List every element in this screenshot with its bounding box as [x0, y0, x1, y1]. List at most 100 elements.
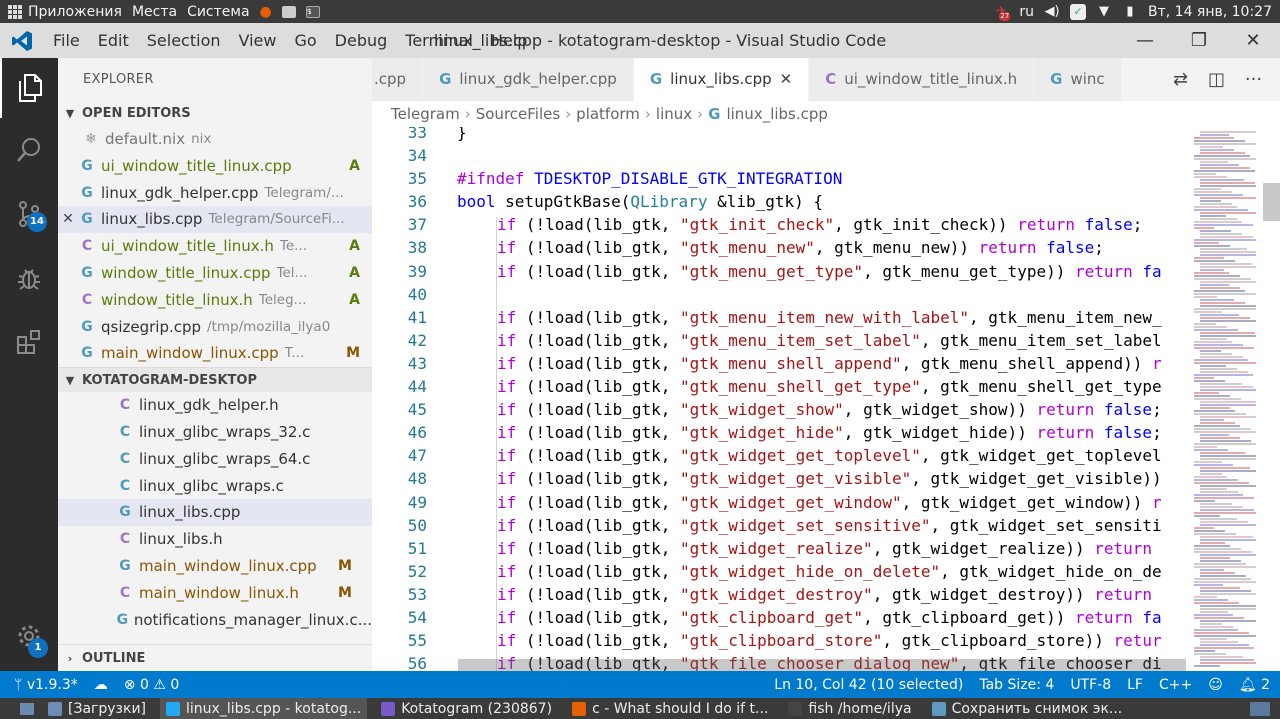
- maximize-button[interactable]: ❐: [1172, 23, 1226, 58]
- outline-header[interactable]: › OUTLINE: [58, 644, 372, 671]
- code-editor[interactable]: 33} 34 35 #ifndef TDESKTOP_DISABLE_GTK_INTE…: [372, 127, 1186, 671]
- tab-size[interactable]: Tab Size: 4: [971, 677, 1062, 693]
- close-tab-icon[interactable]: ✕: [780, 58, 793, 101]
- breadcrumb-item[interactable]: SourceFiles: [476, 105, 560, 123]
- wifi-icon[interactable]: ▼: [1096, 4, 1112, 20]
- source-control-icon[interactable]: 14: [0, 184, 58, 244]
- volume-icon[interactable]: ◀): [1044, 4, 1060, 20]
- workspace-switcher[interactable]: [1250, 701, 1270, 716]
- taskbar-label: c - What should I do if t...: [592, 700, 769, 717]
- breadcrumb-item[interactable]: linux_libs.cpp: [726, 105, 827, 123]
- terminal-launcher-icon[interactable]: $: [305, 5, 320, 18]
- compare-changes-icon[interactable]: ⇄: [1173, 69, 1188, 90]
- problems-indicator[interactable]: ⊗ 0 ⚠ 0: [116, 677, 187, 693]
- menu-debug[interactable]: Debug: [326, 23, 397, 58]
- keyboard-layout[interactable]: ru: [1019, 4, 1034, 20]
- language-mode[interactable]: C++: [1151, 677, 1200, 693]
- file-name: window_title_linux.h: [101, 290, 253, 309]
- editor-tab[interactable]: Glinux_gdk_helper.cpp: [423, 58, 634, 101]
- open-editors-header[interactable]: ▼ OPEN EDITORS: [58, 101, 372, 126]
- split-editor-icon[interactable]: ◫: [1208, 69, 1225, 90]
- line-ending[interactable]: LF: [1119, 677, 1151, 693]
- sync-icon[interactable]: ☁: [86, 677, 116, 693]
- explorer-icon[interactable]: [0, 58, 58, 118]
- file-tree-item[interactable]: Gnotifications_manager_linux.c...: [58, 607, 372, 634]
- open-editor-item[interactable]: Cui_window_title_linux.h Te... A: [58, 233, 372, 260]
- open-editor-item[interactable]: Cwindow_title_linux.h Teleg... A: [58, 287, 372, 314]
- settings-gear-icon[interactable]: 1: [0, 606, 58, 666]
- menu-go[interactable]: Go: [285, 23, 325, 58]
- breadcrumb-item[interactable]: Telegram: [391, 105, 460, 123]
- code-line: 47 if (!load(lib_gtk, "gtk_widget_get_top…: [372, 444, 1162, 467]
- file-tree-item[interactable]: Gmain_window_linux.cpp M: [58, 553, 372, 580]
- menu-view[interactable]: View: [230, 23, 286, 58]
- editor-tab[interactable]: Glinux_libs.cpp ✕: [633, 58, 810, 101]
- applications-menu[interactable]: Приложения: [28, 4, 122, 20]
- editor-tab[interactable]: Cui_window_title_linux.h: [809, 58, 1035, 101]
- open-editor-item[interactable]: Gui_window_title_linux.cpp A: [58, 153, 372, 180]
- clock[interactable]: Вт, 14 янв, 10:27: [1148, 4, 1272, 20]
- search-icon[interactable]: [0, 120, 58, 180]
- menu-file[interactable]: File: [44, 23, 89, 58]
- system-menu[interactable]: Система: [187, 4, 249, 20]
- taskbar-item[interactable]: fish /home/ilya: [782, 698, 917, 719]
- open-editor-item[interactable]: ✕ Glinux_libs.cpp Telegram/SourceFi...: [58, 206, 372, 234]
- menu-edit[interactable]: Edit: [89, 23, 138, 58]
- taskbar-item[interactable]: c - What should I do if t...: [566, 698, 774, 719]
- minimap-line: [1200, 320, 1256, 322]
- minimize-button[interactable]: —: [1118, 23, 1172, 58]
- open-editor-item[interactable]: Gmain_window_linux.cpp T... M: [58, 340, 372, 367]
- close-window-button[interactable]: ✕: [1226, 23, 1280, 58]
- file-tree-item[interactable]: Glinux_libs.cpp: [58, 499, 372, 527]
- branch-indicator[interactable]: ᛘ v1.9.3*: [0, 677, 86, 693]
- places-menu[interactable]: Места: [132, 4, 177, 20]
- close-icon[interactable]: ✕: [58, 206, 78, 233]
- file-tree-item[interactable]: Cmain_window_linux.h M: [58, 580, 372, 607]
- extensions-icon[interactable]: [0, 312, 58, 372]
- minimap-line: [1194, 227, 1214, 229]
- breadcrumb-item[interactable]: platform: [576, 105, 640, 123]
- feedback-smiley-icon[interactable]: ☺: [1200, 677, 1231, 693]
- horizontal-scrollbar[interactable]: [458, 659, 1186, 671]
- updates-icon[interactable]: ✓: [1070, 3, 1086, 20]
- minimap-line: [1200, 131, 1256, 133]
- file-tree-item[interactable]: Clinux_gdk_helper.h: [58, 392, 372, 419]
- encoding[interactable]: UTF-8: [1062, 677, 1119, 693]
- menu-selection[interactable]: Selection: [138, 23, 230, 58]
- editor-tab[interactable]: Gwinc: [1034, 58, 1122, 101]
- more-actions-icon[interactable]: ···: [1245, 69, 1262, 90]
- open-editor-item[interactable]: Gqsizegrip.cpp/tmp/mozilla_ilya0: [58, 314, 372, 341]
- taskbar-item[interactable]: Kotatogram (230867): [375, 698, 558, 719]
- minimap-line: [1200, 182, 1255, 184]
- file-tree-item[interactable]: Clinux_glibc_wraps_64.c: [58, 446, 372, 473]
- code-line: 38 if (!load(lib_gtk, "gtk_menu_new", gtk…: [372, 236, 1162, 259]
- taskbar-item[interactable]: [Загрузки]: [42, 698, 152, 719]
- show-desktop-icon[interactable]: [20, 702, 34, 715]
- menu-terminal[interactable]: Terminal: [396, 23, 482, 58]
- line-number: 41: [407, 307, 427, 327]
- project-header[interactable]: ▼ KOTATOGRAM-DESKTOP: [58, 367, 372, 393]
- firefox-launcher-icon[interactable]: ●: [260, 4, 272, 20]
- menu-help[interactable]: Help: [482, 23, 536, 58]
- cursor-position[interactable]: Ln 10, Col 42 (10 selected): [766, 677, 971, 693]
- editor-tab[interactable]: .cpp: [372, 58, 424, 101]
- file-tree-item[interactable]: Clinux_libs.h: [58, 526, 372, 553]
- breadcrumb-item[interactable]: linux: [656, 105, 692, 123]
- file-manager-launcher-icon[interactable]: [281, 5, 296, 18]
- apps-grid-icon[interactable]: [8, 4, 22, 19]
- taskbar-item[interactable]: Сохранить снимок эк...: [926, 698, 1129, 719]
- notifications[interactable]: 🔔︎ 2: [1231, 677, 1280, 693]
- line-number: 38: [407, 238, 427, 258]
- file-tree-item[interactable]: Clinux_glibc_wraps.c: [58, 473, 372, 500]
- c-file-icon: C: [119, 423, 131, 440]
- open-editor-item[interactable]: ❄ default.nix nix: [82, 126, 372, 153]
- vertical-scrollbar-thumb[interactable]: [1263, 183, 1280, 221]
- open-editor-item[interactable]: Gwindow_title_linux.cpp Tel... A: [58, 260, 372, 287]
- debug-icon[interactable]: [0, 248, 58, 308]
- open-editor-item[interactable]: Glinux_gdk_helper.cpp Telegram/...: [58, 180, 372, 207]
- telegram-tray-icon[interactable]: ✈ 27: [993, 4, 1011, 21]
- file-tree-item[interactable]: Clinux_glibc_wraps_32.c: [58, 419, 372, 446]
- battery-icon[interactable]: ▮: [1122, 4, 1138, 20]
- taskbar-item[interactable]: linux_libs.cpp - kotatog...: [160, 698, 368, 719]
- minimap[interactable]: [1186, 127, 1280, 671]
